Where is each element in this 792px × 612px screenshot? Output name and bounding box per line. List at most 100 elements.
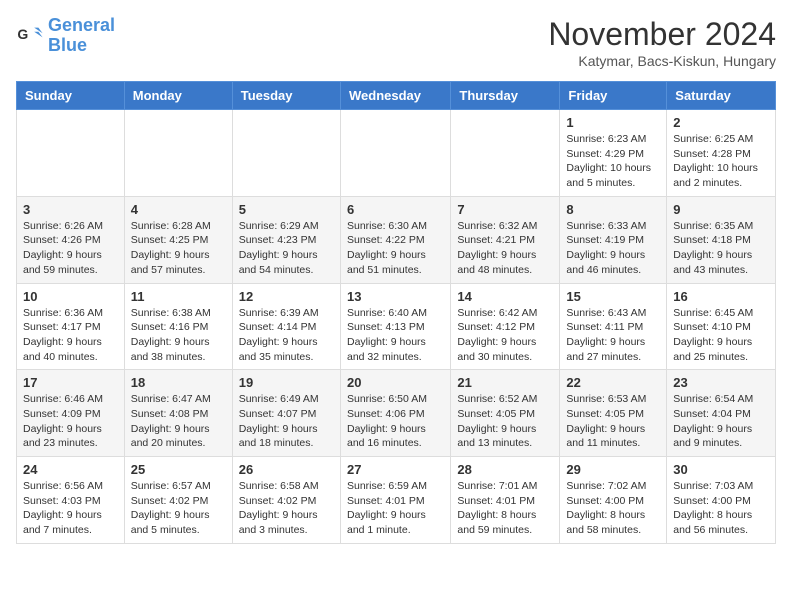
calendar-cell: 26 Sunrise: 6:58 AMSunset: 4:02 PMDayligh… (232, 457, 340, 544)
day-info: Sunrise: 6:59 AMSunset: 4:01 PMDaylight:… (347, 479, 444, 538)
day-number: 26 (239, 462, 334, 477)
week-row-1: 1 Sunrise: 6:23 AMSunset: 4:29 PMDaylight… (17, 110, 776, 197)
col-sunday: Sunday (17, 82, 125, 110)
calendar-cell (17, 110, 125, 197)
day-number: 15 (566, 289, 660, 304)
day-info: Sunrise: 6:46 AMSunset: 4:09 PMDaylight:… (23, 392, 118, 451)
day-info: Sunrise: 6:38 AMSunset: 4:16 PMDaylight:… (131, 306, 226, 365)
day-number: 1 (566, 115, 660, 130)
week-row-3: 10 Sunrise: 6:36 AMSunset: 4:17 PMDayligh… (17, 283, 776, 370)
calendar-cell: 14 Sunrise: 6:42 AMSunset: 4:12 PMDayligh… (451, 283, 560, 370)
calendar-cell (451, 110, 560, 197)
day-info: Sunrise: 6:53 AMSunset: 4:05 PMDaylight:… (566, 392, 660, 451)
day-info: Sunrise: 7:03 AMSunset: 4:00 PMDaylight:… (673, 479, 769, 538)
col-tuesday: Tuesday (232, 82, 340, 110)
col-wednesday: Wednesday (340, 82, 450, 110)
day-number: 3 (23, 202, 118, 217)
header: G General Blue November 2024 Katymar, Ba… (16, 16, 776, 69)
day-info: Sunrise: 6:57 AMSunset: 4:02 PMDaylight:… (131, 479, 226, 538)
day-number: 18 (131, 375, 226, 390)
day-number: 9 (673, 202, 769, 217)
day-number: 4 (131, 202, 226, 217)
day-number: 11 (131, 289, 226, 304)
month-title: November 2024 (548, 16, 776, 53)
calendar-cell: 16 Sunrise: 6:45 AMSunset: 4:10 PMDayligh… (667, 283, 776, 370)
day-info: Sunrise: 6:33 AMSunset: 4:19 PMDaylight:… (566, 219, 660, 278)
day-info: Sunrise: 6:23 AMSunset: 4:29 PMDaylight:… (566, 132, 660, 191)
day-info: Sunrise: 7:02 AMSunset: 4:00 PMDaylight:… (566, 479, 660, 538)
week-row-4: 17Sunrise: 6:46 AMSunset: 4:09 PMDayligh… (17, 370, 776, 457)
calendar-cell: 4Sunrise: 6:28 AMSunset: 4:25 PMDaylight… (124, 196, 232, 283)
calendar-cell: 23 Sunrise: 6:54 AMSunset: 4:04 PMDayligh… (667, 370, 776, 457)
day-info: Sunrise: 6:32 AMSunset: 4:21 PMDaylight:… (457, 219, 553, 278)
calendar-cell: 21 Sunrise: 6:52 AMSunset: 4:05 PMDayligh… (451, 370, 560, 457)
day-number: 20 (347, 375, 444, 390)
calendar-cell: 18 Sunrise: 6:47 AMSunset: 4:08 PMDayligh… (124, 370, 232, 457)
day-number: 12 (239, 289, 334, 304)
col-monday: Monday (124, 82, 232, 110)
logo-text: General Blue (48, 16, 115, 56)
day-number: 8 (566, 202, 660, 217)
day-number: 2 (673, 115, 769, 130)
title-section: November 2024 Katymar, Bacs-Kiskun, Hung… (548, 16, 776, 69)
calendar-cell: 6 Sunrise: 6:30 AMSunset: 4:22 PMDaylight… (340, 196, 450, 283)
day-info: Sunrise: 6:36 AMSunset: 4:17 PMDaylight:… (23, 306, 118, 365)
calendar-cell: 25Sunrise: 6:57 AMSunset: 4:02 PMDayligh… (124, 457, 232, 544)
day-number: 29 (566, 462, 660, 477)
day-info: Sunrise: 6:29 AMSunset: 4:23 PMDaylight:… (239, 219, 334, 278)
calendar-cell: 30 Sunrise: 7:03 AMSunset: 4:00 PMDayligh… (667, 457, 776, 544)
calendar-cell: 5 Sunrise: 6:29 AMSunset: 4:23 PMDaylight… (232, 196, 340, 283)
day-info: Sunrise: 6:43 AMSunset: 4:11 PMDaylight:… (566, 306, 660, 365)
header-row: Sunday Monday Tuesday Wednesday Thursday… (17, 82, 776, 110)
calendar-cell (124, 110, 232, 197)
day-number: 22 (566, 375, 660, 390)
location-subtitle: Katymar, Bacs-Kiskun, Hungary (548, 53, 776, 69)
calendar-cell: 22 Sunrise: 6:53 AMSunset: 4:05 PMDayligh… (560, 370, 667, 457)
calendar-table: Sunday Monday Tuesday Wednesday Thursday… (16, 81, 776, 544)
day-info: Sunrise: 6:58 AMSunset: 4:02 PMDaylight:… (239, 479, 334, 538)
day-info: Sunrise: 6:54 AMSunset: 4:04 PMDaylight:… (673, 392, 769, 451)
calendar-cell: 29 Sunrise: 7:02 AMSunset: 4:00 PMDayligh… (560, 457, 667, 544)
day-number: 24 (23, 462, 118, 477)
day-number: 6 (347, 202, 444, 217)
day-info: Sunrise: 6:40 AMSunset: 4:13 PMDaylight:… (347, 306, 444, 365)
day-info: Sunrise: 6:45 AMSunset: 4:10 PMDaylight:… (673, 306, 769, 365)
calendar-cell: 15 Sunrise: 6:43 AMSunset: 4:11 PMDayligh… (560, 283, 667, 370)
calendar-cell: 28Sunrise: 7:01 AMSunset: 4:01 PMDayligh… (451, 457, 560, 544)
calendar-cell: 9 Sunrise: 6:35 AMSunset: 4:18 PMDaylight… (667, 196, 776, 283)
day-info: Sunrise: 6:42 AMSunset: 4:12 PMDaylight:… (457, 306, 553, 365)
day-info: Sunrise: 6:49 AMSunset: 4:07 PMDaylight:… (239, 392, 334, 451)
calendar-cell: 13Sunrise: 6:40 AMSunset: 4:13 PMDayligh… (340, 283, 450, 370)
day-info: Sunrise: 6:50 AMSunset: 4:06 PMDaylight:… (347, 392, 444, 451)
calendar-cell: 7 Sunrise: 6:32 AMSunset: 4:21 PMDaylight… (451, 196, 560, 283)
day-number: 14 (457, 289, 553, 304)
logo-icon: G (16, 22, 44, 50)
day-info: Sunrise: 6:30 AMSunset: 4:22 PMDaylight:… (347, 219, 444, 278)
calendar-cell: 27 Sunrise: 6:59 AMSunset: 4:01 PMDayligh… (340, 457, 450, 544)
day-number: 21 (457, 375, 553, 390)
day-info: Sunrise: 6:26 AMSunset: 4:26 PMDaylight:… (23, 219, 118, 278)
day-info: Sunrise: 6:56 AMSunset: 4:03 PMDaylight:… (23, 479, 118, 538)
day-info: Sunrise: 6:52 AMSunset: 4:05 PMDaylight:… (457, 392, 553, 451)
calendar-cell: 2 Sunrise: 6:25 AMSunset: 4:28 PMDaylight… (667, 110, 776, 197)
calendar-cell: 24 Sunrise: 6:56 AMSunset: 4:03 PMDayligh… (17, 457, 125, 544)
calendar-cell: 1 Sunrise: 6:23 AMSunset: 4:29 PMDaylight… (560, 110, 667, 197)
day-number: 10 (23, 289, 118, 304)
calendar-cell (232, 110, 340, 197)
day-number: 19 (239, 375, 334, 390)
day-number: 27 (347, 462, 444, 477)
col-thursday: Thursday (451, 82, 560, 110)
day-number: 23 (673, 375, 769, 390)
day-info: Sunrise: 6:35 AMSunset: 4:18 PMDaylight:… (673, 219, 769, 278)
day-number: 5 (239, 202, 334, 217)
day-number: 30 (673, 462, 769, 477)
col-saturday: Saturday (667, 82, 776, 110)
day-info: Sunrise: 6:47 AMSunset: 4:08 PMDaylight:… (131, 392, 226, 451)
day-number: 7 (457, 202, 553, 217)
calendar-cell: 11 Sunrise: 6:38 AMSunset: 4:16 PMDayligh… (124, 283, 232, 370)
day-info: Sunrise: 6:25 AMSunset: 4:28 PMDaylight:… (673, 132, 769, 191)
day-number: 16 (673, 289, 769, 304)
calendar-cell: 12Sunrise: 6:39 AMSunset: 4:14 PMDayligh… (232, 283, 340, 370)
calendar-cell: 17Sunrise: 6:46 AMSunset: 4:09 PMDayligh… (17, 370, 125, 457)
week-row-2: 3 Sunrise: 6:26 AMSunset: 4:26 PMDaylight… (17, 196, 776, 283)
